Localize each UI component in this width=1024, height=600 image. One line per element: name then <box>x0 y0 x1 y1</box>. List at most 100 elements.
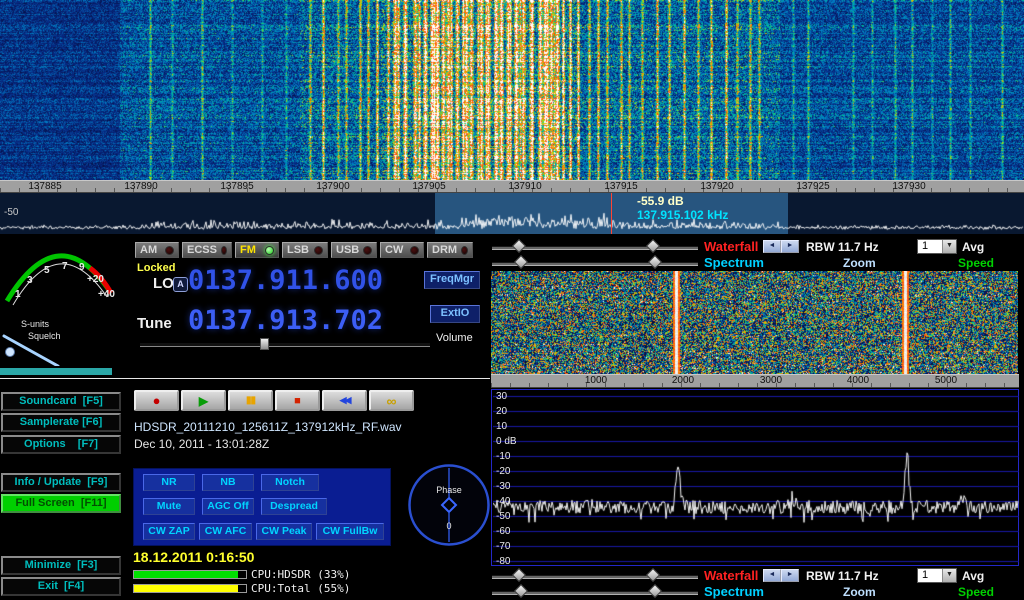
cpu-total-text: CPU:Total (55%) <box>251 582 350 595</box>
mode-fm[interactable]: FM <box>235 242 279 258</box>
rbw-readout-top: RBW 11.7 Hz <box>806 240 879 254</box>
rbw-readout-bottom: RBW 11.7 Hz <box>806 569 879 583</box>
mute-button[interactable]: Mute <box>143 498 195 515</box>
avg-value: 1 <box>918 240 942 253</box>
hdsdr-window: 137885 137890 137895 137900 137905 13791… <box>0 0 1024 600</box>
zoom-out-button[interactable]: ◄ <box>763 240 781 253</box>
freqmgr-button[interactable]: FreqMgr <box>424 271 480 289</box>
volume-thumb[interactable] <box>260 338 269 350</box>
rewind-button[interactable]: ◀◀ <box>322 390 367 411</box>
db-tick: 30 <box>496 391 507 402</box>
slider-handle[interactable] <box>646 239 660 253</box>
db-tick: -40 <box>496 496 510 507</box>
af-ruler-label: 4000 <box>847 375 869 387</box>
spectrum-label-bottom: Spectrum <box>704 584 764 599</box>
af-ruler-label: 1000 <box>585 375 607 387</box>
mode-ecss[interactable]: ECSS <box>182 242 232 258</box>
info-update-button[interactable]: Info / Update [F9] <box>1 473 121 492</box>
cpu-total-fill <box>134 585 238 592</box>
record-button[interactable]: ● <box>134 390 179 411</box>
mode-label: AM <box>140 244 157 256</box>
phase-scope[interactable]: Phase 0 <box>406 462 492 548</box>
db-tick: -20 <box>496 466 510 477</box>
slider-handle[interactable] <box>512 568 526 582</box>
tune-cursor[interactable] <box>611 193 612 234</box>
cpu-hdsdr-bar <box>133 570 247 579</box>
signal-level-bar[interactable] <box>0 366 490 379</box>
slider-handle[interactable] <box>514 584 528 598</box>
waterfall-label-top: Waterfall <box>704 239 758 254</box>
db-tick: -80 <box>496 556 510 567</box>
stop-button[interactable]: ■ <box>275 390 320 411</box>
notch-button[interactable]: Notch <box>261 474 319 491</box>
mode-lsb[interactable]: LSB <box>282 242 328 258</box>
dropdown-arrow-icon[interactable]: ▼ <box>942 240 956 253</box>
ruler-tick-label: 137900 <box>316 181 349 193</box>
frequency-ruler[interactable]: 137885 137890 137895 137900 137905 13791… <box>0 180 1024 193</box>
db-axis-label: -50 <box>4 207 18 218</box>
meter-scale-label: +40 <box>98 289 115 300</box>
phase-label: Phase <box>436 485 462 495</box>
mode-led-icon <box>461 246 468 255</box>
cpu-total-bar <box>133 584 247 593</box>
overview-spectrum-trace <box>0 193 1024 234</box>
tune-frequency-display[interactable]: 0137.913.702 <box>188 305 383 336</box>
zoom-label-bottom: Zoom <box>843 585 876 599</box>
lo-frequency-display[interactable]: 0137.911.600 <box>188 265 383 296</box>
mode-usb[interactable]: USB <box>331 242 377 258</box>
cw-afc-button[interactable]: CW AFC <box>199 523 252 540</box>
mode-cw[interactable]: CW <box>380 242 424 258</box>
zoom-out-button[interactable]: ◄ <box>763 569 781 582</box>
spectrum-label-top: Spectrum <box>704 255 764 270</box>
pause-button[interactable]: ▮▮ <box>228 390 273 411</box>
waterfall-label-bottom: Waterfall <box>704 568 758 583</box>
meter-scale-label: 5 <box>44 265 50 276</box>
avg-dropdown-top[interactable]: 1 ▼ <box>917 239 957 254</box>
dropdown-arrow-icon[interactable]: ▼ <box>942 569 956 582</box>
mode-am[interactable]: AM <box>135 242 179 258</box>
squelch-handle[interactable] <box>6 348 15 357</box>
volume-groove[interactable] <box>140 343 430 347</box>
loop-button[interactable]: ∞ <box>369 390 414 411</box>
af-frequency-ruler[interactable]: 1000 2000 3000 4000 5000 <box>491 374 1019 388</box>
cursor-frequency-readout: 137.915.102 kHz <box>637 208 728 222</box>
zoom-in-button[interactable]: ► <box>781 569 799 582</box>
avg-dropdown-bottom[interactable]: 1 ▼ <box>917 568 957 583</box>
mode-led-icon <box>221 246 227 255</box>
minimize-button[interactable]: Minimize [F3] <box>1 556 121 575</box>
cw-fullbw-button[interactable]: CW FullBw <box>316 523 384 540</box>
options-button[interactable]: Options [F7] <box>1 435 121 454</box>
tune-label: Tune <box>137 315 172 332</box>
samplerate-button[interactable]: Samplerate [F6] <box>1 413 121 432</box>
af-waterfall-display[interactable] <box>491 271 1018 374</box>
extio-button[interactable]: ExtIO <box>430 305 480 323</box>
slider-handle[interactable] <box>648 255 662 269</box>
lo-lock-badge[interactable]: A <box>173 277 188 292</box>
overview-spectrum[interactable]: -50 -55.9 dB 137.915.102 kHz <box>0 193 1024 234</box>
mode-drm[interactable]: DRM <box>427 242 473 258</box>
agc-button[interactable]: AGC Off <box>202 498 254 515</box>
main-waterfall-display[interactable] <box>0 0 1024 180</box>
meter-scale-label: +20 <box>87 274 104 285</box>
exit-button[interactable]: Exit [F4] <box>1 577 121 596</box>
zoom-in-button[interactable]: ► <box>781 240 799 253</box>
af-spectrum-display[interactable]: 30 20 10 0 dB -10 -20 -30 -40 -50 -60 -7… <box>491 389 1019 566</box>
slider-handle[interactable] <box>648 584 662 598</box>
meter-scale-label: 1 <box>15 289 21 300</box>
soundcard-button[interactable]: Soundcard [F5] <box>1 392 121 411</box>
slider-handle[interactable] <box>646 568 660 582</box>
slider-handle[interactable] <box>512 239 526 253</box>
cw-zap-button[interactable]: CW ZAP <box>143 523 195 540</box>
signal-level-fill <box>0 368 112 375</box>
recording-date: Dec 10, 2011 - 13:01:28Z <box>134 437 269 451</box>
fullscreen-button[interactable]: Full Screen [F11] <box>1 494 121 513</box>
despread-button[interactable]: Despread <box>261 498 327 515</box>
nr-button[interactable]: NR <box>143 474 195 491</box>
loop-icon: ∞ <box>387 393 397 409</box>
s-meter: 1 3 5 7 9 +20 +40 S-units Squelch <box>1 239 128 366</box>
play-button[interactable]: ▶ <box>181 390 226 411</box>
nb-button[interactable]: NB <box>202 474 254 491</box>
cw-peak-button[interactable]: CW Peak <box>256 523 312 540</box>
slider-handle[interactable] <box>514 255 528 269</box>
volume-slider[interactable] <box>140 338 430 350</box>
